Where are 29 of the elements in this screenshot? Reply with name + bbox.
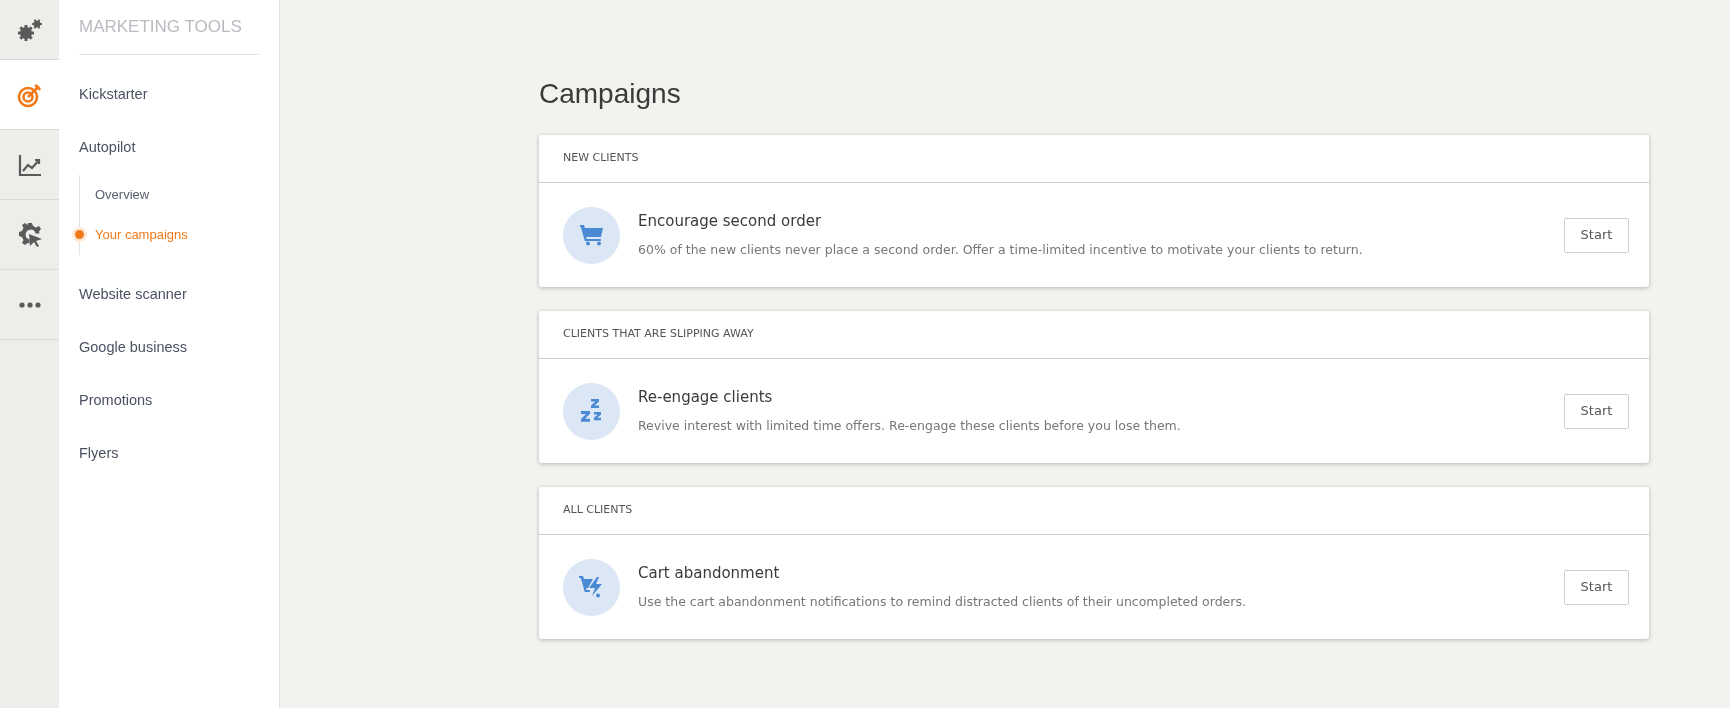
page-title: Campaigns — [539, 77, 682, 111]
section-heading: ALL CLIENTS — [563, 502, 633, 519]
section-heading: CLIENTS THAT ARE SLIPPING AWAY — [563, 326, 754, 343]
sidebar-title: MARKETING TOOLS — [79, 17, 242, 36]
sidebar-item[interactable]: Autopilot — [79, 137, 136, 159]
section-heading: NEW CLIENTS — [563, 150, 639, 167]
sleep-icon — [580, 399, 603, 423]
campaign-description: 60% of the new clients never place a second order. Offer a time-limited incentive to motivate your clients to return. — [638, 241, 1364, 260]
campaign-title: Cart abandonment — [638, 562, 781, 584]
campaign-title: Re-engage clients — [638, 386, 774, 408]
sidebar-item[interactable]: Kickstarter — [79, 84, 148, 106]
line-chart-icon — [17, 152, 42, 177]
sidebar-item[interactable]: Promotions — [79, 390, 153, 412]
sidebar-item[interactable]: Website scanner — [79, 284, 187, 306]
campaign-title: Encourage second order — [638, 210, 823, 232]
more-icon — [18, 301, 41, 308]
cart-lightning-icon — [578, 575, 605, 599]
sidebar-item[interactable]: Google business — [79, 337, 187, 359]
target-icon — [16, 81, 43, 108]
shopping-cart-icon — [579, 224, 604, 246]
start-button[interactable]: Start — [1564, 217, 1629, 253]
start-button[interactable]: Start — [1564, 393, 1629, 429]
campaign-description: Use the cart abandonment notifications to remind distracted clients of their uncompleted orders. — [638, 593, 1247, 612]
campaign-description: Revive interest with limited time offers. Re-engage these clients before you lose them. — [638, 417, 1182, 436]
sidebar-item[interactable]: Flyers — [79, 443, 119, 465]
gear-cursor-icon — [16, 221, 43, 248]
gears-icon — [16, 17, 43, 42]
start-button[interactable]: Start — [1564, 569, 1629, 605]
sidebar-subitem[interactable]: Overview — [95, 184, 150, 205]
